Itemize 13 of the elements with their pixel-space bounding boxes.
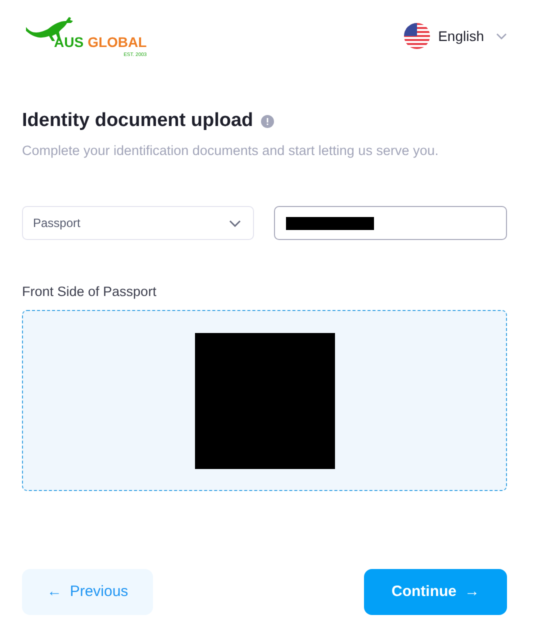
upload-dropzone[interactable]	[22, 310, 507, 492]
logo-text: GLOBAL	[88, 34, 147, 48]
document-number-field[interactable]	[274, 206, 507, 240]
language-selector[interactable]: English	[404, 23, 507, 49]
page-subtitle: Complete your identification documents and start letting us serve you.	[22, 142, 440, 160]
document-type-select[interactable]: Passport	[22, 206, 254, 240]
chevron-down-icon	[496, 32, 507, 40]
flag-icon	[404, 23, 430, 49]
page-title: Identity document upload	[22, 110, 254, 133]
info-icon	[261, 114, 274, 128]
chevron-down-icon	[229, 220, 241, 227]
upload-label: Front Side of Passport	[22, 283, 158, 302]
logo-text: AUS	[54, 34, 84, 48]
